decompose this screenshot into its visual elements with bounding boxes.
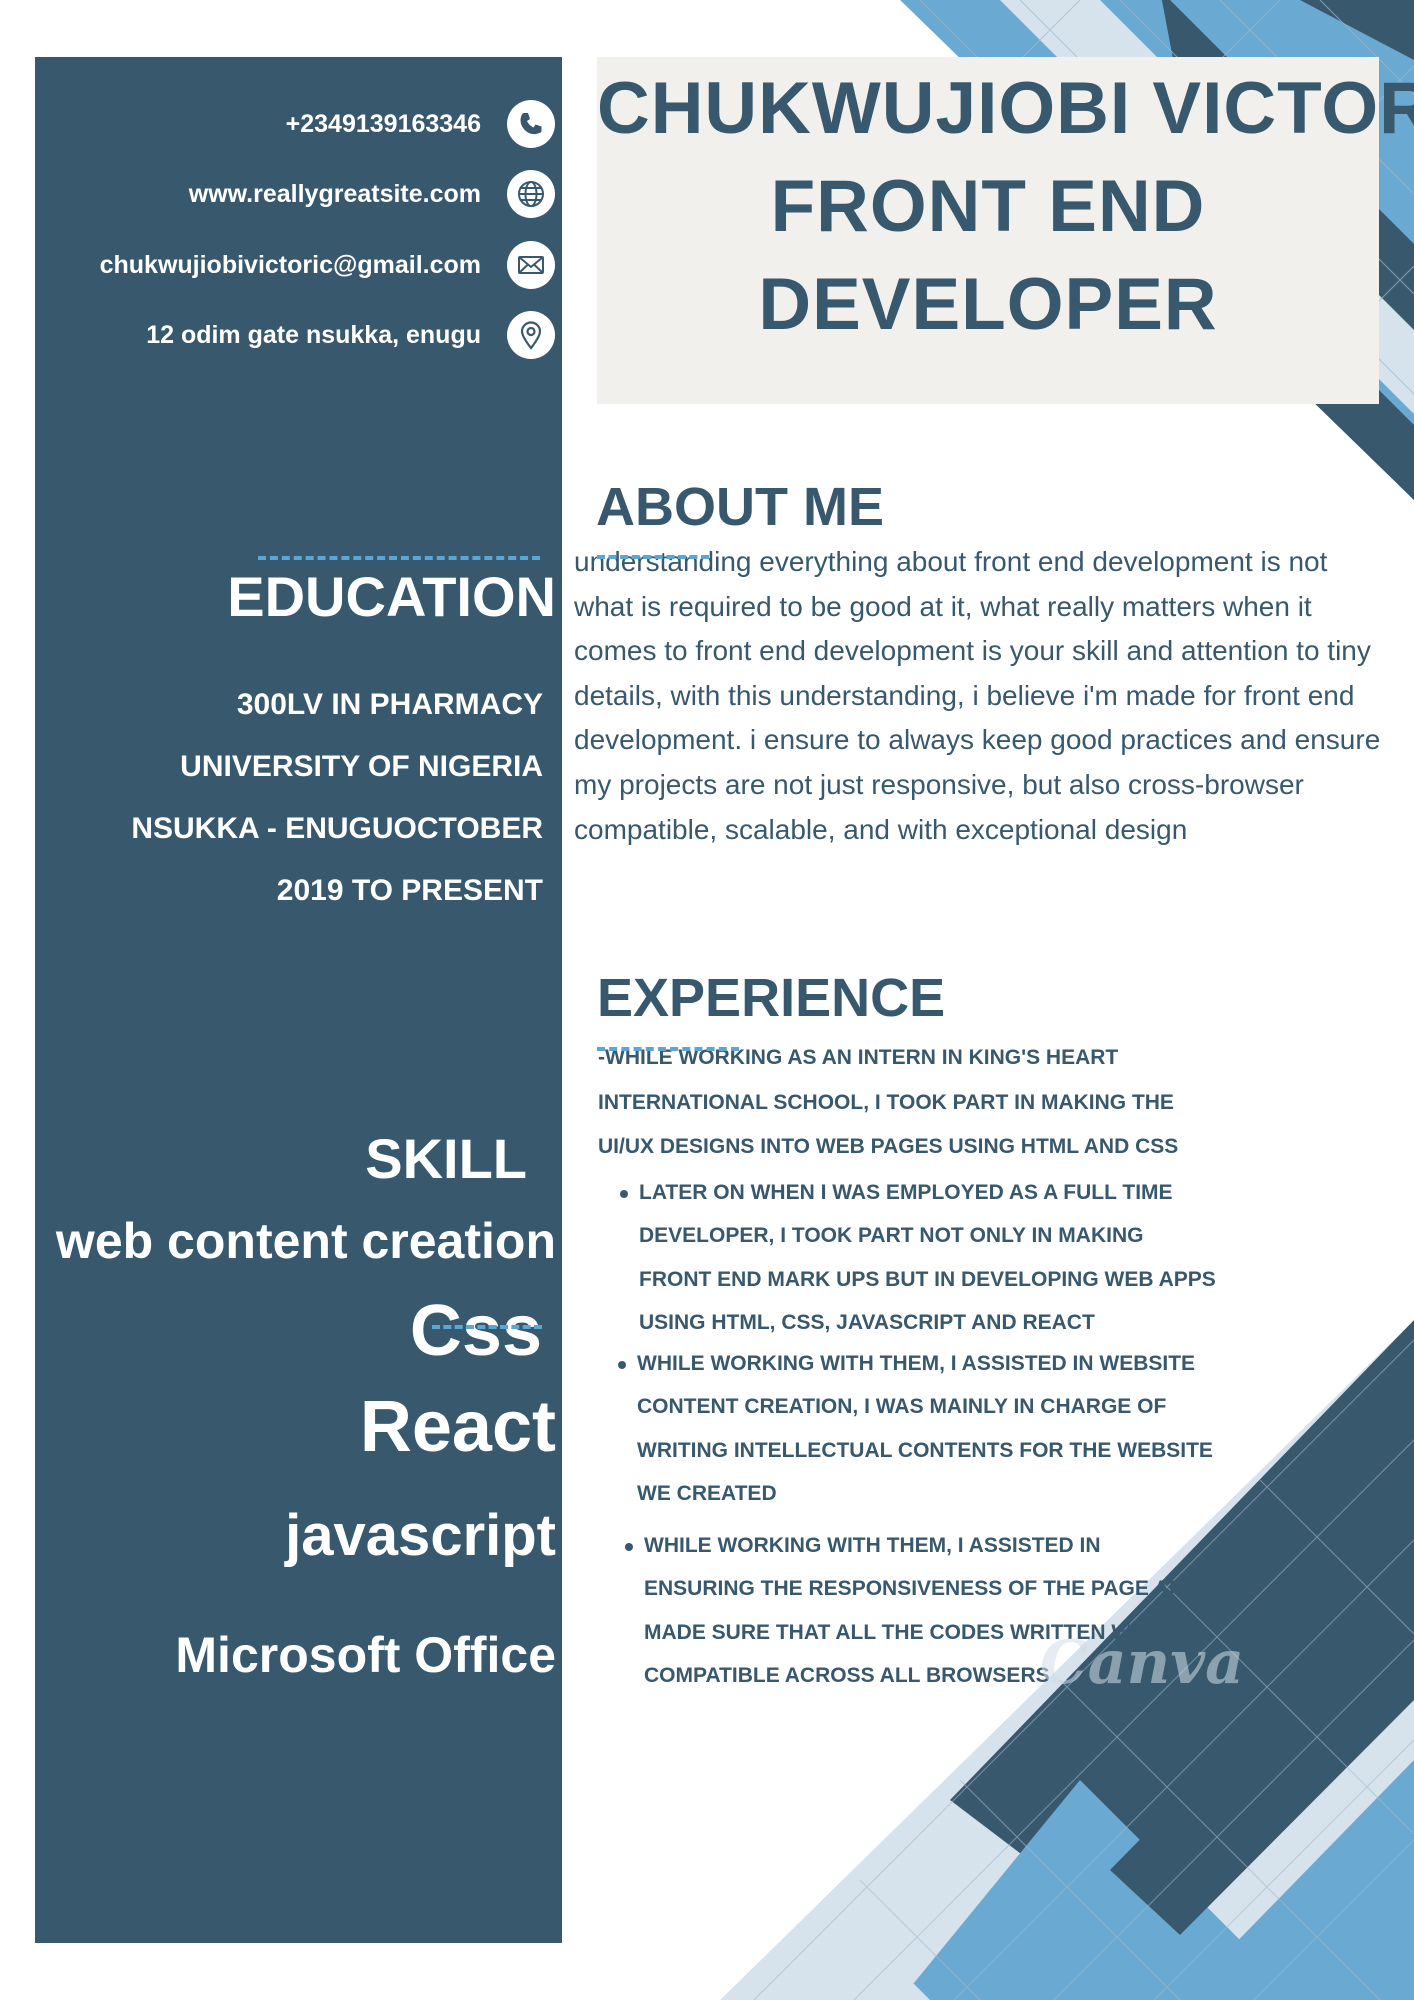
- experience-intro-line: INTERNATIONAL SCHOOL, I TOOK PART IN MAK…: [598, 1090, 1174, 1114]
- experience-bullet-line: LATER ON WHEN I WAS EMPLOYED AS A FULL T…: [639, 1181, 1173, 1204]
- skill-underline: [432, 1325, 542, 1329]
- contact-email-text: chukwujiobivictoric@gmail.com: [99, 250, 481, 279]
- bullet-dot: [618, 1361, 626, 1369]
- bullet-dot: [625, 1543, 633, 1551]
- about-line: understanding everything about front end…: [574, 546, 1328, 577]
- education-line: UNIVERSITY OF NIGERIA: [180, 750, 543, 783]
- education-line: 2019 TO PRESENT: [276, 874, 543, 907]
- globe-icon: [507, 170, 555, 218]
- contact-website-text: www.reallygreatsite.com: [188, 179, 481, 208]
- title-role-line1: FRONT END: [770, 166, 1206, 247]
- skill-item: React: [359, 1387, 556, 1467]
- experience-bullet-line: ENSURING THE RESPONSIVENESS OF THE PAGE …: [644, 1577, 1200, 1601]
- about-line: my projects are not just responsive, but…: [574, 768, 1304, 800]
- about-line: comes to front end development is your s…: [574, 635, 1371, 667]
- experience-bullet-line: WHILE WORKING WITH THEM, I ASSISTED IN: [644, 1534, 1101, 1557]
- experience-underline: [597, 1047, 739, 1051]
- contact-address: 12 odim gate nsukka, enugu: [35, 311, 555, 359]
- experience-bullet-line: WHILE WORKING WITH THEM, I ASSISTED IN W…: [637, 1352, 1196, 1375]
- experience-intro-line: -WHILE WORKING AS AN INTERN IN KING'S HE…: [598, 1046, 1119, 1069]
- about-line: details, with this understanding, i beli…: [574, 679, 1355, 711]
- experience-bullet: LATER ON WHEN I WAS EMPLOYED AS A FULL T…: [639, 1171, 1239, 1344]
- about-underline: [597, 555, 709, 559]
- title-name: CHUKWUJIOBI VICTOR: [597, 68, 1414, 149]
- phone-icon: [507, 100, 555, 148]
- mail-icon: [507, 241, 555, 289]
- experience-bullet: WHILE WORKING WITH THEM, I ASSISTED IN W…: [637, 1342, 1237, 1515]
- about-heading: ABOUT ME: [596, 477, 884, 537]
- skill-item: Css: [409, 1291, 542, 1371]
- about-line: development. i ensure to always keep goo…: [574, 724, 1381, 756]
- title-box: CHUKWUJIOBI VICTOR FRONT END DEVELOPER: [597, 57, 1414, 404]
- experience-bullet-line: DEVELOPER, I TOOK PART NOT ONLY IN MAKIN…: [639, 1224, 1144, 1248]
- skill-heading: SKILL: [365, 1127, 527, 1190]
- title-role-line2: DEVELOPER: [758, 264, 1218, 345]
- about-line: compatible, scalable, and with exception…: [574, 813, 1188, 845]
- skill-item: web content creation: [55, 1213, 556, 1269]
- experience-bullet-line: WRITING INTELLECTUAL CONTENTS FOR THE WE…: [637, 1438, 1213, 1462]
- experience-bullet-line: CONTENT CREATION, I WAS MAINLY IN CHARGE…: [637, 1395, 1167, 1419]
- contact-phone-text: +2349139163346: [285, 109, 481, 138]
- experience-bullet-line: FRONT END MARK UPS BUT IN DEVELOPING WEB…: [639, 1267, 1216, 1291]
- experience-heading: EXPERIENCE: [597, 968, 946, 1028]
- location-pin-icon: [507, 311, 555, 359]
- education-underline: [258, 556, 540, 560]
- skill-item: javascript: [285, 1503, 556, 1568]
- education-line: NSUKKA - ENUGUOCTOBER: [131, 812, 543, 845]
- contact-phone: +2349139163346: [35, 100, 555, 148]
- experience-intro-line: UI/UX DESIGNS INTO WEB PAGES USING HTML …: [598, 1135, 1179, 1158]
- canva-watermark: Canva: [1040, 1628, 1244, 1698]
- experience-intro: -WHILE WORKING AS AN INTERN IN KING'S HE…: [598, 1036, 1218, 1170]
- contact-email: chukwujiobivictoric@gmail.com: [35, 241, 555, 289]
- about-line: what is required to be good at it, what …: [574, 590, 1312, 622]
- bullet-dot: [620, 1190, 628, 1198]
- education-line: 300LV IN PHARMACY: [236, 688, 543, 721]
- about-paragraph: understanding everything about front end…: [574, 540, 1404, 852]
- experience-bullet-line: WE CREATED: [637, 1481, 777, 1505]
- skill-item: Microsoft Office: [175, 1627, 556, 1683]
- experience-bullet-line: USING HTML, CSS, JAVASCRIPT AND REACT: [639, 1310, 1095, 1334]
- contact-address-text: 12 odim gate nsukka, enugu: [146, 320, 481, 349]
- education-heading: EDUCATION: [227, 565, 556, 628]
- contact-website: www.reallygreatsite.com: [35, 170, 555, 218]
